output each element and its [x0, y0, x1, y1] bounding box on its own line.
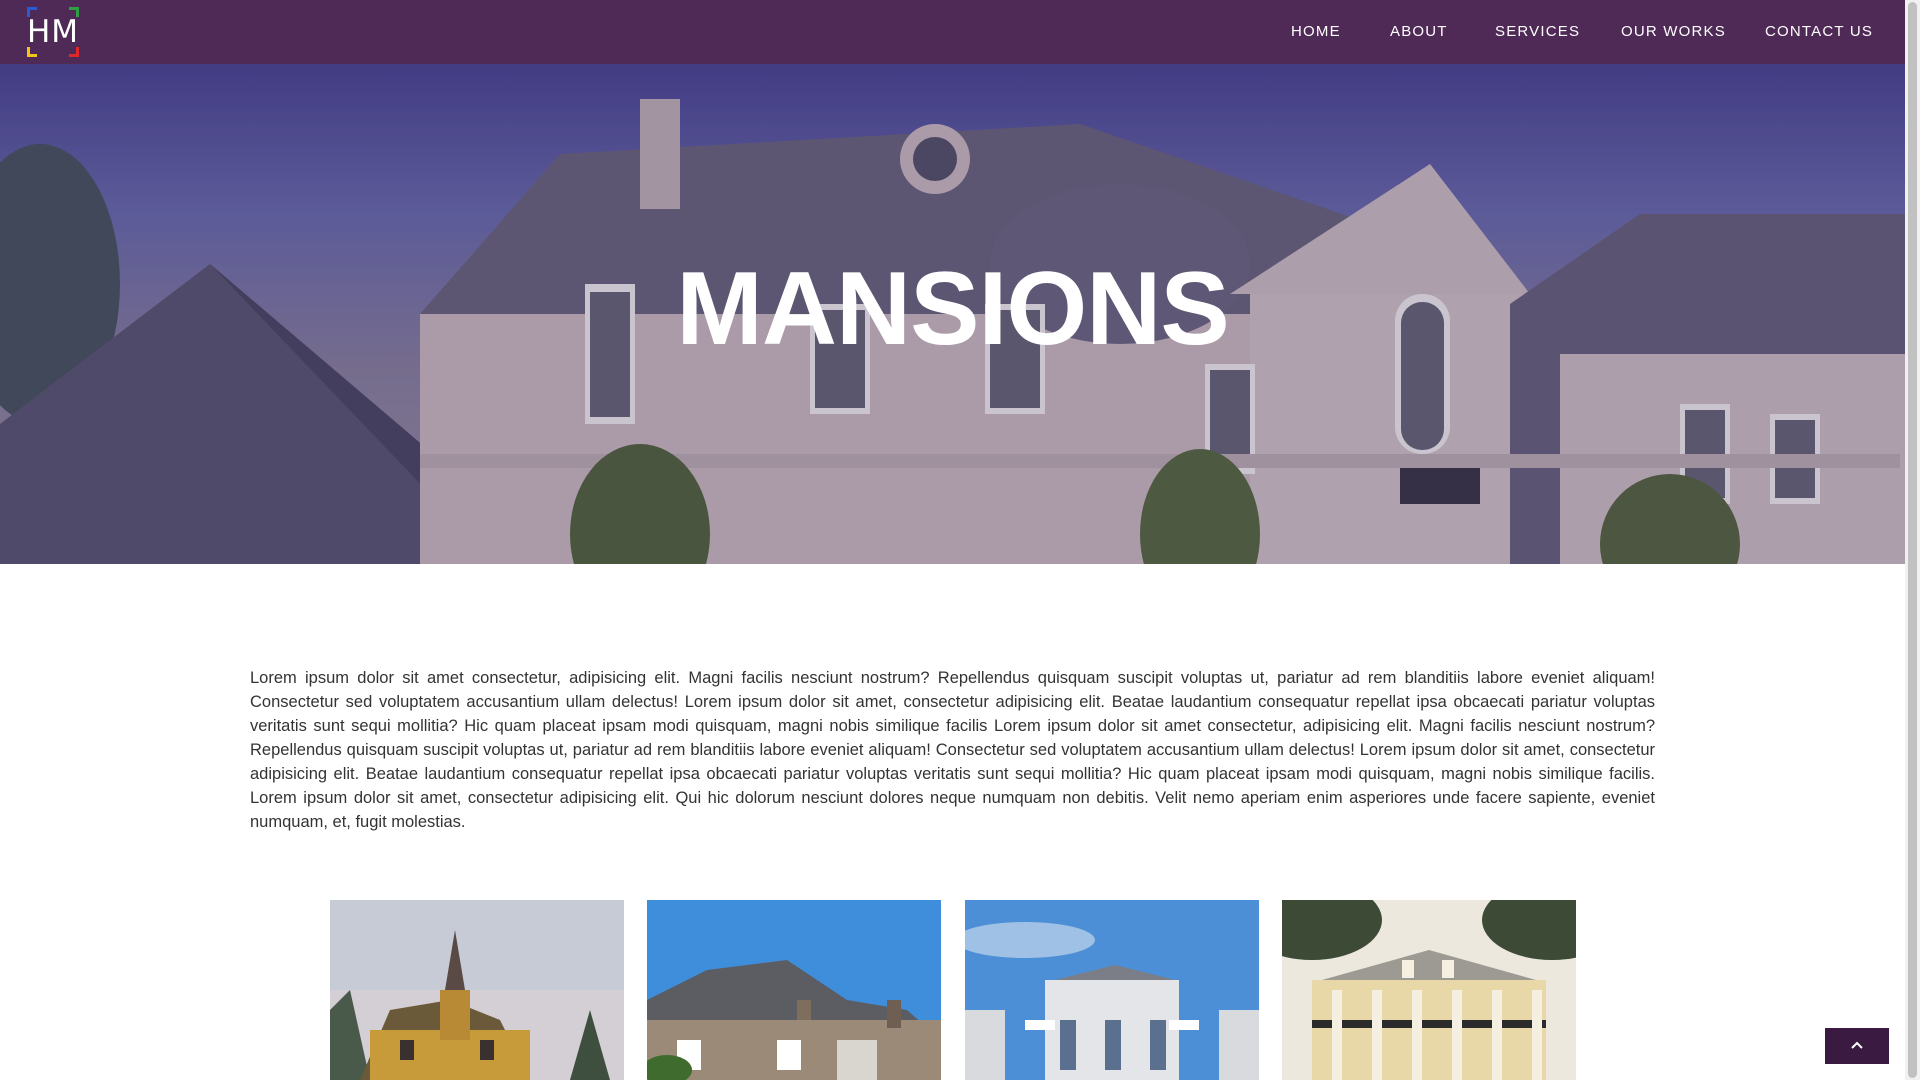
nav-item-services[interactable]: SERVICES	[1495, 0, 1580, 64]
chevron-up-icon	[1851, 1041, 1863, 1049]
plantation-house-image	[1282, 900, 1576, 1080]
mansion-gallery	[0, 900, 1905, 1080]
nav-item-home[interactable]: HOME	[1291, 0, 1341, 64]
gallery-thumb-victorian[interactable]	[330, 900, 624, 1080]
victorian-house-image	[330, 900, 624, 1080]
nav-item-contact-us[interactable]: CONTACT US	[1765, 0, 1873, 64]
gallery-thumb-white-mansion[interactable]	[965, 900, 1259, 1080]
hero-title: MANSIONS	[676, 251, 1229, 367]
white-mansion-image	[965, 900, 1259, 1080]
gallery-thumb-stone-house[interactable]	[647, 900, 941, 1080]
hero-banner: MANSIONS	[0, 64, 1905, 564]
gallery-thumb-plantation[interactable]	[1282, 900, 1576, 1080]
nav-item-our-works[interactable]: OUR WORKS	[1621, 0, 1726, 64]
page-scrollbar-thumb[interactable]	[1908, 2, 1917, 1078]
stone-house-image	[647, 900, 941, 1080]
intro-paragraph: Lorem ipsum dolor sit amet consectetur, …	[250, 669, 1655, 831]
navbar: HM HOME ABOUT SERVICES OUR WORKS CONTACT…	[0, 0, 1905, 64]
nav-item-about[interactable]: ABOUT	[1390, 0, 1448, 64]
main-nav: HOME ABOUT SERVICES OUR WORKS CONTACT US	[0, 0, 1905, 64]
scroll-to-top-button[interactable]	[1825, 1028, 1889, 1064]
